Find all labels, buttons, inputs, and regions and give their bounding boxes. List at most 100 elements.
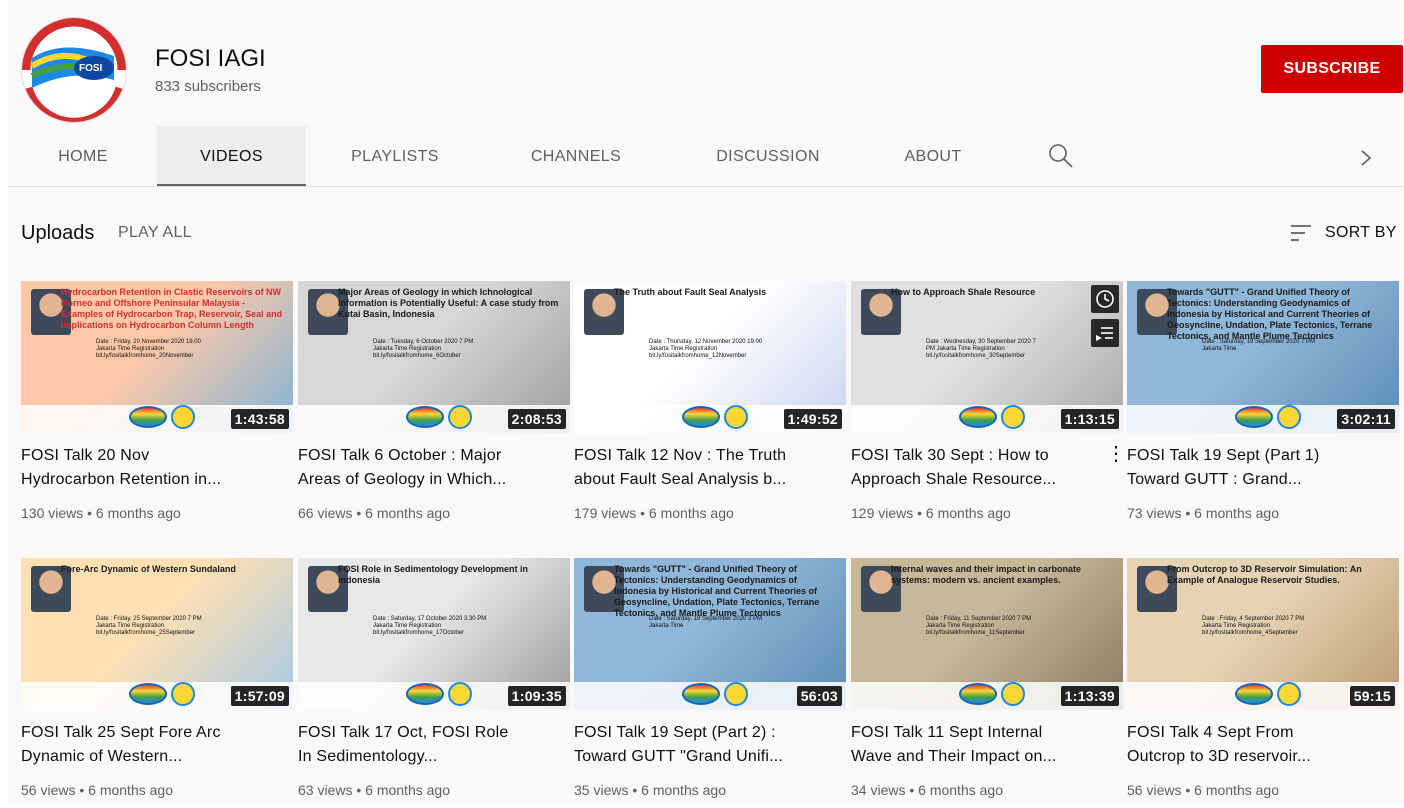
add-to-queue-icon[interactable] [1091, 319, 1119, 347]
video-thumbnail[interactable]: Hydrocarbon Retention in Clastic Reservo… [21, 281, 293, 433]
video-title[interactable]: FOSI Talk 11 Sept Internal Wave and Their… [851, 721, 1113, 769]
thumbnail-title: The Truth about Fault Seal Analysis [614, 287, 767, 297]
video-title[interactable]: FOSI Talk 19 Sept (Part 1) Toward GUTT : … [1127, 444, 1389, 492]
thumbnail-title: Hydrocarbon Retention in Clastic Reservo… [61, 287, 283, 330]
video-title-line: FOSI Talk 20 Nov [21, 447, 150, 464]
fosi-logo-icon [1235, 406, 1273, 428]
video-thumbnail[interactable]: Towards "GUTT" - Grand Unified Theory of… [1127, 281, 1399, 433]
video-thumbnail[interactable]: FOSI Role in Sedimentology Development i… [298, 558, 570, 710]
thumbnail-title: Fore-Arc Dynamic of Western Sundaland [61, 564, 236, 574]
tab-discussion[interactable]: DISCUSSION [668, 126, 868, 186]
thumbnail-info: Date : Wednesday, 30 September 2020 7 PM… [926, 339, 1036, 359]
channel-name[interactable]: FOSI IAGI [155, 44, 266, 74]
sponsor-logo-icon [171, 682, 195, 706]
thumbnail-title: FOSI Role in Sedimentology Development i… [338, 564, 529, 585]
duration-badge: 1:49:52 [783, 409, 842, 429]
video-thumbnail[interactable]: Internal waves and their impact in carbo… [851, 558, 1123, 710]
video-thumbnail[interactable]: Fore-Arc Dynamic of Western Sundaland Dat… [21, 558, 293, 710]
sponsor-logo-icon [724, 405, 748, 429]
video-card[interactable]: Internal waves and their impact in carbo… [851, 558, 1123, 808]
tab-home[interactable]: HOME [8, 126, 158, 186]
video-card[interactable]: Major Areas of Geology in which Ichnolog… [298, 281, 570, 531]
thumbnail-title: Towards "GUTT" - Grand Unified Theory of… [1167, 287, 1373, 341]
video-card[interactable]: The Truth about Fault Seal Analysis Date … [574, 281, 846, 531]
tab-videos[interactable]: VIDEOS [157, 126, 306, 187]
thumbnail-title: From Outcrop to 3D Reservoir Simulation:… [1167, 564, 1362, 585]
thumbnail-title: Major Areas of Geology in which Ichnolog… [338, 287, 559, 319]
video-card[interactable]: From Outcrop to 3D Reservoir Simulation:… [1127, 558, 1399, 808]
tab-playlists[interactable]: PLAYLISTS [306, 126, 484, 186]
sponsor-logo-icon [724, 682, 748, 706]
search-icon[interactable] [1048, 143, 1074, 169]
video-card[interactable]: Fore-Arc Dynamic of Western Sundaland Dat… [21, 558, 293, 808]
video-thumbnail[interactable]: How to Approach Shale Resource Date : Wed… [851, 281, 1123, 433]
video-title[interactable]: FOSI Talk 25 Sept Fore Arc Dynamic of Wes… [21, 721, 283, 769]
video-meta: 73 views • 6 months ago [1127, 505, 1279, 521]
video-title-line: Outcrop to 3D reservoir... [1127, 748, 1311, 765]
video-card[interactable]: Towards "GUTT" - Grand Unified Theory of… [1127, 281, 1399, 531]
fosi-logo-icon [406, 406, 444, 428]
video-title-line: FOSI Talk 4 Sept From [1127, 724, 1294, 741]
video-meta: 63 views • 6 months ago [298, 782, 450, 798]
video-meta: 35 views • 6 months ago [574, 782, 726, 798]
video-title-line: FOSI Talk 12 Nov : The Truth [574, 447, 787, 464]
video-title-line: Areas of Geology in Which... [298, 471, 507, 488]
thumbnail-title: Internal waves and their impact in carbo… [891, 564, 1082, 585]
fosi-logo-icon [129, 683, 167, 705]
video-thumbnail[interactable]: From Outcrop to 3D Reservoir Simulation:… [1127, 558, 1399, 710]
video-thumbnail[interactable]: The Truth about Fault Seal Analysis Date … [574, 281, 846, 433]
thumbnail-info: Date : Saturday, 19 September 2020 3 PM … [649, 616, 762, 629]
watch-later-icon[interactable] [1091, 285, 1119, 313]
sponsor-logo-icon [1001, 405, 1025, 429]
more-options-icon[interactable]: ⋮ [1106, 443, 1126, 467]
duration-badge: 1:09:35 [507, 686, 566, 706]
thumbnail-info: Date : Friday, 25 September 2020 7 PM Ja… [96, 616, 202, 636]
subscribe-button[interactable]: SUBSCRIBE [1261, 45, 1403, 93]
play-all-button[interactable]: PLAY ALL [118, 224, 192, 242]
channel-tabs: HOME VIDEOS PLAYLISTS CHANNELS DISCUSSIO… [8, 126, 1404, 188]
tab-about[interactable]: ABOUT [868, 126, 998, 186]
section-title: Uploads [21, 222, 95, 244]
video-title[interactable]: FOSI Talk 30 Sept : How to Approach Shale… [851, 444, 1113, 492]
thumbnail-info: Date : Tuesday, 6 October 2020 7 PM Jaka… [373, 339, 474, 359]
channel-avatar[interactable] [21, 17, 127, 123]
fosi-logo-icon [959, 406, 997, 428]
video-title[interactable]: FOSI Talk 12 Nov : The Truth about Fault … [574, 444, 836, 492]
video-card[interactable]: FOSI Role in Sedimentology Development i… [298, 558, 570, 808]
video-title-line: Toward GUTT "Grand Unifi... [574, 748, 784, 765]
video-meta: 66 views • 6 months ago [298, 505, 450, 521]
tab-channels[interactable]: CHANNELS [484, 126, 668, 186]
video-title-line: FOSI Talk 25 Sept Fore Arc [21, 724, 221, 741]
tabs-divider [8, 186, 1404, 187]
video-meta: 129 views • 6 months ago [851, 505, 1011, 521]
sort-button[interactable]: SORT BY [1289, 221, 1397, 245]
video-title[interactable]: FOSI Talk 17 Oct, FOSI Role In Sedimentol… [298, 721, 560, 769]
video-title-line: Dynamic of Western... [21, 748, 183, 765]
sponsor-logo-icon [1277, 682, 1301, 706]
duration-badge: 1:13:15 [1060, 409, 1119, 429]
video-title-line: FOSI Talk 17 Oct, FOSI Role [298, 724, 509, 741]
thumbnail-info: Date : Saturday, 19 September 2020 7 PM … [1202, 339, 1315, 352]
thumbnail-info: Date : Friday, 20 November 2020 19.00 Ja… [96, 339, 201, 359]
video-title-line: Toward GUTT : Grand... [1127, 471, 1302, 488]
fosi-logo-icon [129, 406, 167, 428]
sort-label: SORT BY [1325, 224, 1397, 241]
fosi-logo-icon [959, 683, 997, 705]
video-thumbnail[interactable]: Major Areas of Geology in which Ichnolog… [298, 281, 570, 433]
video-title[interactable]: FOSI Talk 4 Sept From Outcrop to 3D reser… [1127, 721, 1389, 769]
video-title[interactable]: FOSI Talk 6 October : Major Areas of Geol… [298, 444, 560, 492]
video-title-line: FOSI Talk 19 Sept (Part 2) : [574, 724, 776, 741]
video-title-line: In Sedimentology... [298, 748, 438, 765]
video-thumbnail[interactable]: Towards "GUTT" - Grand Unified Theory of… [574, 558, 846, 710]
video-title-line: Hydrocarbon Retention in... [21, 471, 222, 488]
video-card[interactable]: How to Approach Shale Resource Date : Wed… [851, 281, 1126, 531]
video-title-line: FOSI Talk 6 October : Major [298, 447, 502, 464]
video-card[interactable]: Towards "GUTT" - Grand Unified Theory of… [574, 558, 846, 808]
chevron-right-icon[interactable] [1356, 146, 1376, 170]
video-title[interactable]: FOSI Talk 20 Nov Hydrocarbon Retention in… [21, 444, 283, 492]
thumbnail-title: How to Approach Shale Resource [891, 287, 1036, 297]
video-card[interactable]: Hydrocarbon Retention in Clastic Reservo… [21, 281, 293, 531]
video-meta: 56 views • 6 months ago [1127, 782, 1279, 798]
sponsor-logo-icon [171, 405, 195, 429]
video-title[interactable]: FOSI Talk 19 Sept (Part 2) : Toward GUTT … [574, 721, 836, 769]
